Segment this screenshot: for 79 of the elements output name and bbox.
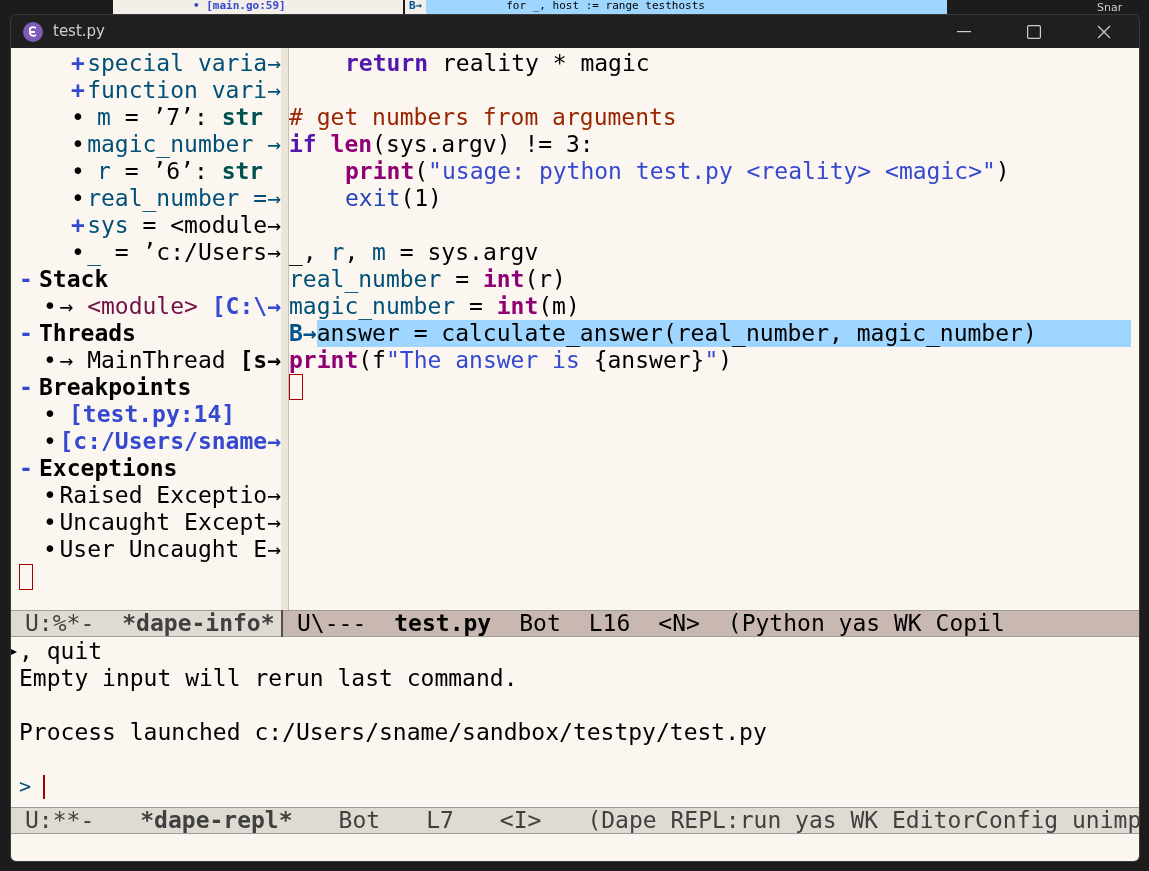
- tree-item[interactable]: User Uncaught E→: [59, 536, 281, 563]
- expand-toggle[interactable]: +: [71, 212, 88, 239]
- bullet: •: [71, 239, 86, 266]
- modeline-text: *dape-info*: [122, 610, 275, 637]
- code-line: print("usage: python test.py <reality> <magic>"): [344, 158, 1011, 185]
- bullet: •: [71, 185, 86, 212]
- expand-toggle[interactable]: +: [71, 50, 88, 77]
- background-code: for _, host := range testhosts: [505, 0, 705, 14]
- tree-item[interactable]: → <module> [C:\→: [59, 293, 281, 320]
- section-header[interactable]: Threads: [39, 320, 136, 347]
- code-line: exit(1): [344, 185, 443, 212]
- background-text: • [main.go:59]: [113, 0, 403, 14]
- background-text: Snar: [1097, 2, 1123, 14]
- maximize-icon: [1027, 24, 1041, 39]
- modeline-text: U:**-: [25, 807, 95, 834]
- bullet: •: [71, 158, 86, 185]
- tree-item[interactable]: [c:/Users/sname→: [59, 428, 281, 455]
- bullet: •: [43, 536, 58, 563]
- expand-toggle[interactable]: +: [71, 77, 88, 104]
- bullet: •: [43, 401, 58, 428]
- tree-item[interactable]: Uncaught Except→: [59, 509, 281, 536]
- modeline-text: (Python yas WK Copil: [727, 610, 1005, 637]
- window-title: test.py: [53, 21, 105, 43]
- tree-item[interactable]: r = ’6’: str: [97, 158, 264, 185]
- code-line: return reality * magic: [344, 50, 651, 77]
- code-line: magic_number = int(m): [289, 293, 581, 320]
- bullet: •: [71, 104, 86, 131]
- minimize-icon: [957, 30, 971, 33]
- modeline-text: U:%*-: [25, 610, 95, 637]
- tree-item[interactable]: special varia→: [87, 50, 281, 77]
- tree-item[interactable]: real_number =→: [87, 185, 281, 212]
- tree-item[interactable]: _ = ’c:/Users→: [87, 239, 281, 266]
- collapse-toggle[interactable]: -: [19, 320, 39, 347]
- tree-item[interactable]: function vari→: [87, 77, 281, 104]
- bullet: •: [43, 509, 58, 536]
- repl-output: Empty input will rerun last command.: [19, 665, 518, 692]
- modeline-text: <I>: [499, 807, 542, 834]
- modeline-text: Bot: [519, 610, 561, 637]
- tree-item[interactable]: sys = <module→: [87, 212, 281, 239]
- bullet: •: [43, 428, 58, 455]
- modeline-text: (Dape REPL:run yas WK EditorConfig unimp: [587, 807, 1139, 834]
- collapse-toggle[interactable]: -: [19, 374, 39, 401]
- repl-prompt: >: [19, 773, 32, 800]
- tree-item[interactable]: Raised Exceptio→: [59, 482, 281, 509]
- modeline-text: L7: [426, 807, 454, 834]
- code-line: if len(sys.argv) != 3:: [289, 131, 595, 158]
- tree-item[interactable]: → MainThread [s→: [59, 347, 281, 374]
- modeline-text: U\---: [297, 610, 367, 637]
- code-line: _, r, m = sys.argv: [289, 239, 540, 266]
- tree-item[interactable]: [test.py:14]: [69, 401, 236, 428]
- bullet: •: [43, 293, 58, 320]
- background-gutter: B→: [405, 0, 427, 14]
- bullet: •: [43, 482, 58, 509]
- text-cursor: [43, 774, 46, 799]
- collapse-toggle[interactable]: -: [19, 455, 39, 482]
- cursor: [19, 564, 33, 590]
- modeline-text: test.py: [394, 610, 492, 637]
- close-icon: [1097, 24, 1111, 39]
- section-header[interactable]: Breakpoints: [39, 374, 192, 401]
- section-header[interactable]: Exceptions: [39, 455, 178, 482]
- code-line: real_number = int(r): [289, 266, 567, 293]
- collapse-toggle[interactable]: -: [19, 266, 39, 293]
- code-line: print(f"The answer is {answer}"): [289, 347, 734, 374]
- modeline-text: <N>: [658, 610, 700, 637]
- modeline-text: *dape-repl*: [140, 807, 293, 834]
- bullet: •: [71, 131, 86, 158]
- bullet: •: [43, 347, 58, 374]
- section-header[interactable]: Stack: [39, 266, 109, 293]
- tree-item[interactable]: m = ’7’: str: [97, 104, 264, 131]
- repl-output: Process launched c:/Users/sname/sandbox/testpy/test.py: [19, 719, 767, 746]
- cursor: [289, 374, 303, 400]
- code-line: # get numbers from arguments: [289, 104, 678, 131]
- continuation-icon: [11, 647, 17, 656]
- app-icon: [23, 21, 43, 42]
- breakpoint-marker[interactable]: B→: [289, 320, 317, 347]
- modeline-text: L16: [588, 610, 631, 637]
- tree-item[interactable]: magic_number →: [87, 131, 281, 158]
- modeline-text: Bot: [338, 807, 381, 834]
- repl-output: , quit: [19, 638, 103, 665]
